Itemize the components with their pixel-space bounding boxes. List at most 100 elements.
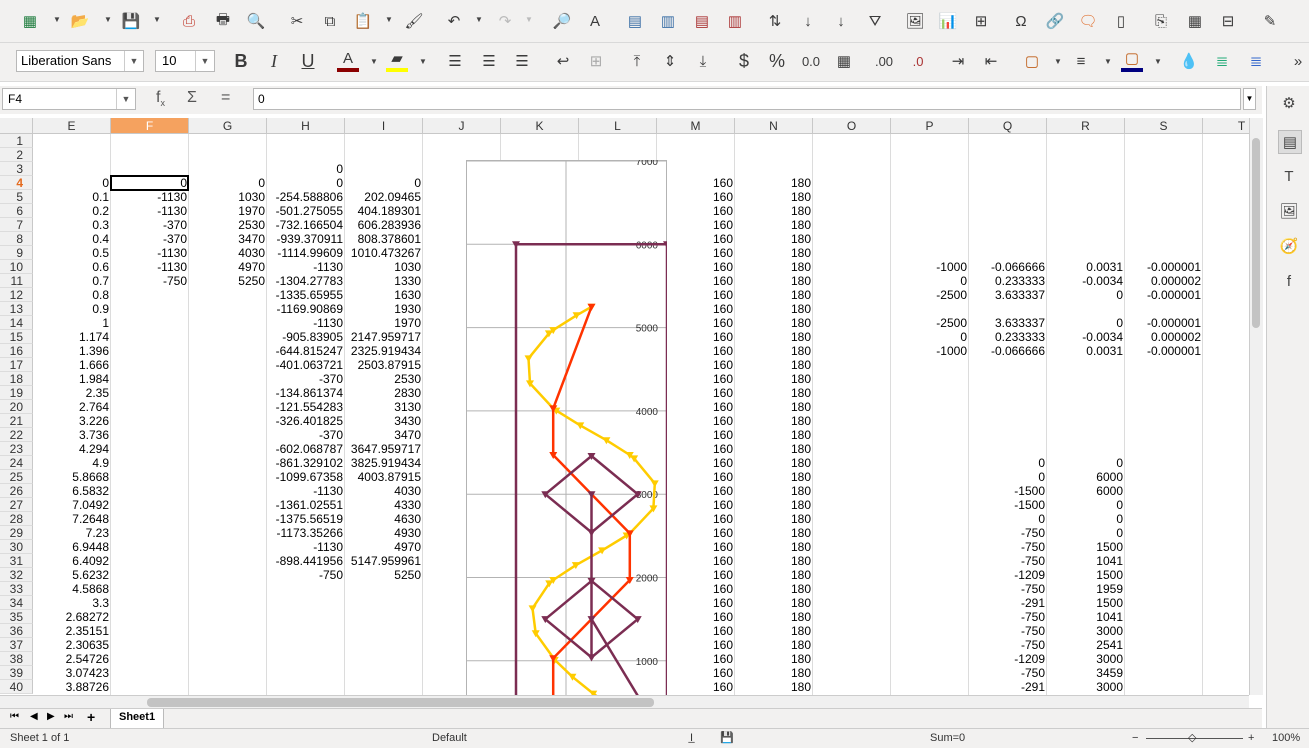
cell-e31[interactable]: 6.4092 <box>33 554 109 568</box>
cell-n12[interactable]: 180 <box>735 288 811 302</box>
row-header-24[interactable]: 24 <box>0 456 33 470</box>
cell-s15[interactable]: 0.000002 <box>1125 330 1201 344</box>
cell-e19[interactable]: 2.35 <box>33 386 109 400</box>
first-sheet-icon[interactable]: ⏮ <box>10 711 19 722</box>
cell-i29[interactable]: 4930 <box>345 526 421 540</box>
cell-m38[interactable]: 160 <box>657 652 733 666</box>
print-preview-icon[interactable]: 🔍 <box>245 10 267 32</box>
cell-m8[interactable]: 160 <box>657 232 733 246</box>
cell-s12[interactable]: -0.000001 <box>1125 288 1201 302</box>
decrease-indent-icon[interactable]: ⇤ <box>980 50 1002 72</box>
cell-e24[interactable]: 4.9 <box>33 456 109 470</box>
dropdown-arrow-icon[interactable]: ▼ <box>525 15 533 24</box>
dropdown-arrow-icon[interactable]: ▼ <box>53 15 61 24</box>
vertical-scroll-thumb[interactable] <box>1252 138 1260 328</box>
cell-e18[interactable]: 1.984 <box>33 372 109 386</box>
cell-q34[interactable]: -291 <box>969 596 1045 610</box>
cell-e11[interactable]: 0.7 <box>33 274 109 288</box>
cell-n27[interactable]: 180 <box>735 498 811 512</box>
more-toolbar-icon[interactable]: » <box>1287 50 1309 72</box>
cell-e30[interactable]: 6.9448 <box>33 540 109 554</box>
select-all-corner[interactable] <box>0 118 33 134</box>
cell-g7[interactable]: 2530 <box>189 218 265 232</box>
cell-q32[interactable]: -1209 <box>969 568 1045 582</box>
cell-i28[interactable]: 4630 <box>345 512 421 526</box>
cell-r16[interactable]: 0.0031 <box>1047 344 1123 358</box>
sheet-tab-sheet1[interactable]: Sheet1 <box>110 709 165 729</box>
cell-e22[interactable]: 3.736 <box>33 428 109 442</box>
row-header-3[interactable]: 3 <box>0 162 33 176</box>
cell-e4[interactable]: 0 <box>33 176 109 190</box>
cell-h8[interactable]: -939.370911 <box>267 232 343 246</box>
autofilter-icon[interactable]: ⛛ <box>864 10 886 32</box>
highlight-color-icon[interactable]: ▰ <box>386 48 408 72</box>
cell-e39[interactable]: 3.07423 <box>33 666 109 680</box>
row-header-19[interactable]: 19 <box>0 386 33 400</box>
dropdown-arrow-icon[interactable]: ▼ <box>475 15 483 24</box>
number-format-icon[interactable]: 0.0 <box>800 50 822 72</box>
cell-h13[interactable]: -1169.90869 <box>267 302 343 316</box>
cell-g5[interactable]: 1030 <box>189 190 265 204</box>
delete-decimal-icon[interactable]: .0 <box>907 50 929 72</box>
cell-n32[interactable]: 180 <box>735 568 811 582</box>
cell-h22[interactable]: -370 <box>267 428 343 442</box>
cell-e35[interactable]: 2.68272 <box>33 610 109 624</box>
cell-r31[interactable]: 1041 <box>1047 554 1123 568</box>
row-header-26[interactable]: 26 <box>0 484 33 498</box>
cell-h3[interactable]: 0 <box>267 162 343 176</box>
row-header-31[interactable]: 31 <box>0 554 33 568</box>
cell-r33[interactable]: 1959 <box>1047 582 1123 596</box>
cell-m26[interactable]: 160 <box>657 484 733 498</box>
row-header-38[interactable]: 38 <box>0 652 33 666</box>
cell-i16[interactable]: 2325.919434 <box>345 344 421 358</box>
cell-h15[interactable]: -905.83905 <box>267 330 343 344</box>
cell-n33[interactable]: 180 <box>735 582 811 596</box>
cell-i24[interactable]: 3825.919434 <box>345 456 421 470</box>
cell-r25[interactable]: 6000 <box>1047 470 1123 484</box>
cell-r32[interactable]: 1500 <box>1047 568 1123 582</box>
dropdown-arrow-icon[interactable]: ▼ <box>153 15 161 24</box>
styles-icon[interactable]: ≣ <box>1245 50 1267 72</box>
formula-icon[interactable]: = <box>221 89 230 107</box>
cell-f10[interactable]: -1130 <box>111 260 187 274</box>
pivot-table-icon[interactable]: ⊞ <box>970 10 992 32</box>
comment-icon[interactable]: 🗨 <box>1077 10 1099 32</box>
row-header-2[interactable]: 2 <box>0 148 33 162</box>
cell-n35[interactable]: 180 <box>735 610 811 624</box>
dropdown-arrow-icon[interactable]: ▼ <box>385 15 393 24</box>
cell-p15[interactable]: 0 <box>891 330 967 344</box>
cell-m24[interactable]: 160 <box>657 456 733 470</box>
cell-i18[interactable]: 2530 <box>345 372 421 386</box>
last-sheet-icon[interactable]: ⏭ <box>64 711 73 722</box>
cell-i13[interactable]: 1930 <box>345 302 421 316</box>
clone-formatting-icon[interactable]: 🖌 <box>403 10 425 32</box>
cell-q28[interactable]: 0 <box>969 512 1045 526</box>
cell-r14[interactable]: 0 <box>1047 316 1123 330</box>
borders-icon[interactable]: ▢ <box>1021 50 1043 72</box>
row-header-33[interactable]: 33 <box>0 582 33 596</box>
insert-chart-icon[interactable]: 📊 <box>937 10 959 32</box>
row-header-22[interactable]: 22 <box>0 428 33 442</box>
horizontal-scrollbar[interactable] <box>0 695 1249 709</box>
cell-e8[interactable]: 0.4 <box>33 232 109 246</box>
cell-n19[interactable]: 180 <box>735 386 811 400</box>
cell-h11[interactable]: -1304.27783 <box>267 274 343 288</box>
cell-n18[interactable]: 180 <box>735 372 811 386</box>
cell-r11[interactable]: -0.0034 <box>1047 274 1123 288</box>
cell-m21[interactable]: 160 <box>657 414 733 428</box>
cell-m16[interactable]: 160 <box>657 344 733 358</box>
sidebar-settings-icon[interactable]: ⚙ <box>1278 92 1300 114</box>
zoom-slider-knob[interactable]: ◇ <box>1188 729 1196 747</box>
cell-h17[interactable]: -401.063721 <box>267 358 343 372</box>
cell-q12[interactable]: 3.633337 <box>969 288 1045 302</box>
row-header-29[interactable]: 29 <box>0 526 33 540</box>
cell-q39[interactable]: -750 <box>969 666 1045 680</box>
copy-icon[interactable]: ⧉ <box>319 10 341 32</box>
row-header-13[interactable]: 13 <box>0 302 33 316</box>
zoom-in-icon[interactable]: + <box>1248 729 1254 747</box>
cell-e21[interactable]: 3.226 <box>33 414 109 428</box>
cell-e37[interactable]: 2.30635 <box>33 638 109 652</box>
cell-e6[interactable]: 0.2 <box>33 204 109 218</box>
cell-n13[interactable]: 180 <box>735 302 811 316</box>
insert-image-icon[interactable]: 🖼 <box>904 10 926 32</box>
